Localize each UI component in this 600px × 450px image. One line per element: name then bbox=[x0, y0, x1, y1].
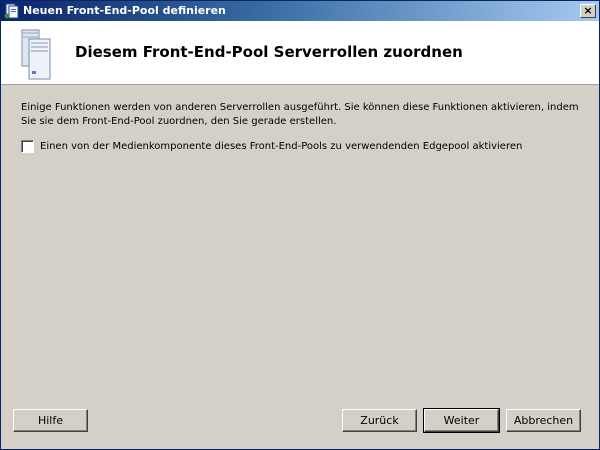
close-button[interactable]: × bbox=[580, 4, 596, 18]
back-button[interactable]: Zurück bbox=[342, 409, 417, 432]
title-bar[interactable]: Neuen Front-End-Pool definieren × bbox=[1, 1, 599, 21]
help-button[interactable]: Hilfe bbox=[13, 409, 88, 432]
next-button[interactable]: Weiter bbox=[423, 408, 500, 433]
cancel-button[interactable]: Abbrechen bbox=[506, 409, 581, 432]
dialog-window: Neuen Front-End-Pool definieren × Diesem… bbox=[0, 0, 600, 450]
window-title: Neuen Front-End-Pool definieren bbox=[23, 4, 226, 17]
edgepool-option[interactable]: Einen von der Medienkomponente dieses Fr… bbox=[21, 140, 581, 154]
page-title: Diesem Front-End-Pool Serverrollen zuord… bbox=[75, 43, 463, 61]
description-text: Einige Funktionen werden von anderen Ser… bbox=[21, 102, 579, 127]
wizard-header: Diesem Front-End-Pool Serverrollen zuord… bbox=[1, 21, 599, 85]
edgepool-checkbox-label[interactable]: Einen von der Medienkomponente dieses Fr… bbox=[40, 141, 522, 152]
server-stack-icon bbox=[21, 29, 53, 81]
edgepool-checkbox[interactable] bbox=[21, 140, 34, 153]
server-icon bbox=[4, 3, 20, 19]
close-icon: × bbox=[583, 4, 593, 17]
